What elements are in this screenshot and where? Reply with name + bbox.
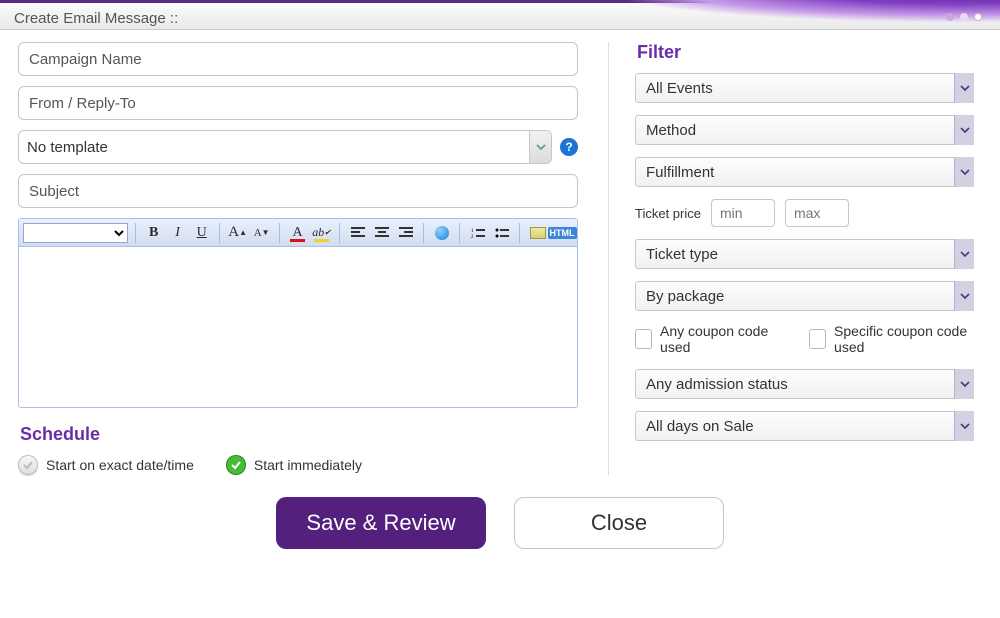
window-dot-icon[interactable] [946, 13, 954, 21]
any-coupon-label: Any coupon code used [660, 323, 779, 355]
radio-checked-icon [226, 455, 246, 475]
window-dot-icon[interactable] [960, 13, 968, 21]
specific-coupon-label: Specific coupon code used [834, 323, 974, 355]
dialog-buttons: Save & Review Close [0, 497, 1000, 549]
price-min-input[interactable] [711, 199, 775, 227]
svg-text:2: 2 [471, 235, 474, 239]
chevron-down-icon [954, 411, 974, 441]
unordered-list-button[interactable] [491, 222, 512, 244]
subject-input[interactable] [18, 174, 578, 208]
editor-toolbar: B I U A▲ A▼ A ab✔ [19, 219, 577, 247]
specific-coupon-checkbox[interactable]: Specific coupon code used [809, 323, 974, 355]
schedule-exact-label: Start on exact date/time [46, 457, 194, 473]
schedule-immediate-label: Start immediately [254, 457, 362, 473]
filter-package-select[interactable]: By package [635, 281, 974, 311]
window-dot-icon[interactable] [974, 13, 982, 21]
ticket-price-label: Ticket price [635, 206, 701, 221]
template-select-wrap: No template [18, 130, 552, 164]
html-source-button[interactable]: HTML [551, 222, 573, 244]
link-button[interactable] [431, 222, 452, 244]
filter-ticket-type-select[interactable]: Ticket type [635, 239, 974, 269]
schedule-immediate-option[interactable]: Start immediately [226, 455, 362, 475]
underline-button[interactable]: U [191, 222, 212, 244]
campaign-name-input[interactable] [18, 42, 578, 76]
image-icon [530, 227, 546, 239]
close-button[interactable]: Close [514, 497, 724, 549]
chevron-down-icon [954, 239, 974, 269]
font-increase-button[interactable]: A▲ [227, 222, 248, 244]
filter-method-select[interactable]: Method [635, 115, 974, 145]
template-select[interactable]: No template [18, 130, 552, 164]
chevron-down-icon [954, 369, 974, 399]
window-title: Create Email Message :: [14, 10, 178, 27]
checkbox-icon [809, 329, 826, 349]
italic-button[interactable]: I [167, 222, 188, 244]
svg-text:1: 1 [471, 229, 474, 234]
from-reply-to-input[interactable] [18, 86, 578, 120]
chevron-down-icon [954, 115, 974, 145]
ticket-price-row: Ticket price [635, 199, 974, 227]
ordered-list-button[interactable]: 12 [467, 222, 488, 244]
chevron-down-icon [954, 157, 974, 187]
price-max-input[interactable] [785, 199, 849, 227]
save-review-button[interactable]: Save & Review [276, 497, 486, 549]
align-center-button[interactable] [371, 222, 392, 244]
font-decrease-button[interactable]: A▼ [251, 222, 272, 244]
filter-fulfillment-select[interactable]: Fulfillment [635, 157, 974, 187]
filter-panel: Filter All Events Method Fulfillment Tic… [608, 42, 974, 475]
bold-button[interactable]: B [143, 222, 164, 244]
title-bar: Create Email Message :: [0, 0, 1000, 30]
filter-heading: Filter [637, 42, 974, 63]
chevron-down-icon [954, 73, 974, 103]
rich-text-editor: B I U A▲ A▼ A ab✔ [18, 218, 578, 408]
filter-admission-select[interactable]: Any admission status [635, 369, 974, 399]
radio-unchecked-icon [18, 455, 38, 475]
align-left-button[interactable] [347, 222, 368, 244]
schedule-heading: Schedule [20, 424, 578, 445]
compose-panel: No template ? B I U [18, 42, 578, 475]
globe-icon [435, 226, 449, 240]
create-email-window: Create Email Message :: No template [0, 0, 1000, 618]
highlight-button[interactable]: ab✔ [311, 222, 332, 244]
chevron-down-icon [954, 281, 974, 311]
font-family-select[interactable] [23, 223, 128, 243]
filter-days-select[interactable]: All days on Sale [635, 411, 974, 441]
help-icon[interactable]: ? [560, 138, 578, 156]
align-right-button[interactable] [395, 222, 416, 244]
text-color-button[interactable]: A [287, 222, 308, 244]
any-coupon-checkbox[interactable]: Any coupon code used [635, 323, 779, 355]
window-controls [946, 13, 982, 21]
schedule-options: Start on exact date/time Start immediate… [18, 455, 578, 475]
filter-events-select[interactable]: All Events [635, 73, 974, 103]
insert-image-button[interactable] [527, 222, 548, 244]
checkbox-icon [635, 329, 652, 349]
schedule-exact-option[interactable]: Start on exact date/time [18, 455, 194, 475]
